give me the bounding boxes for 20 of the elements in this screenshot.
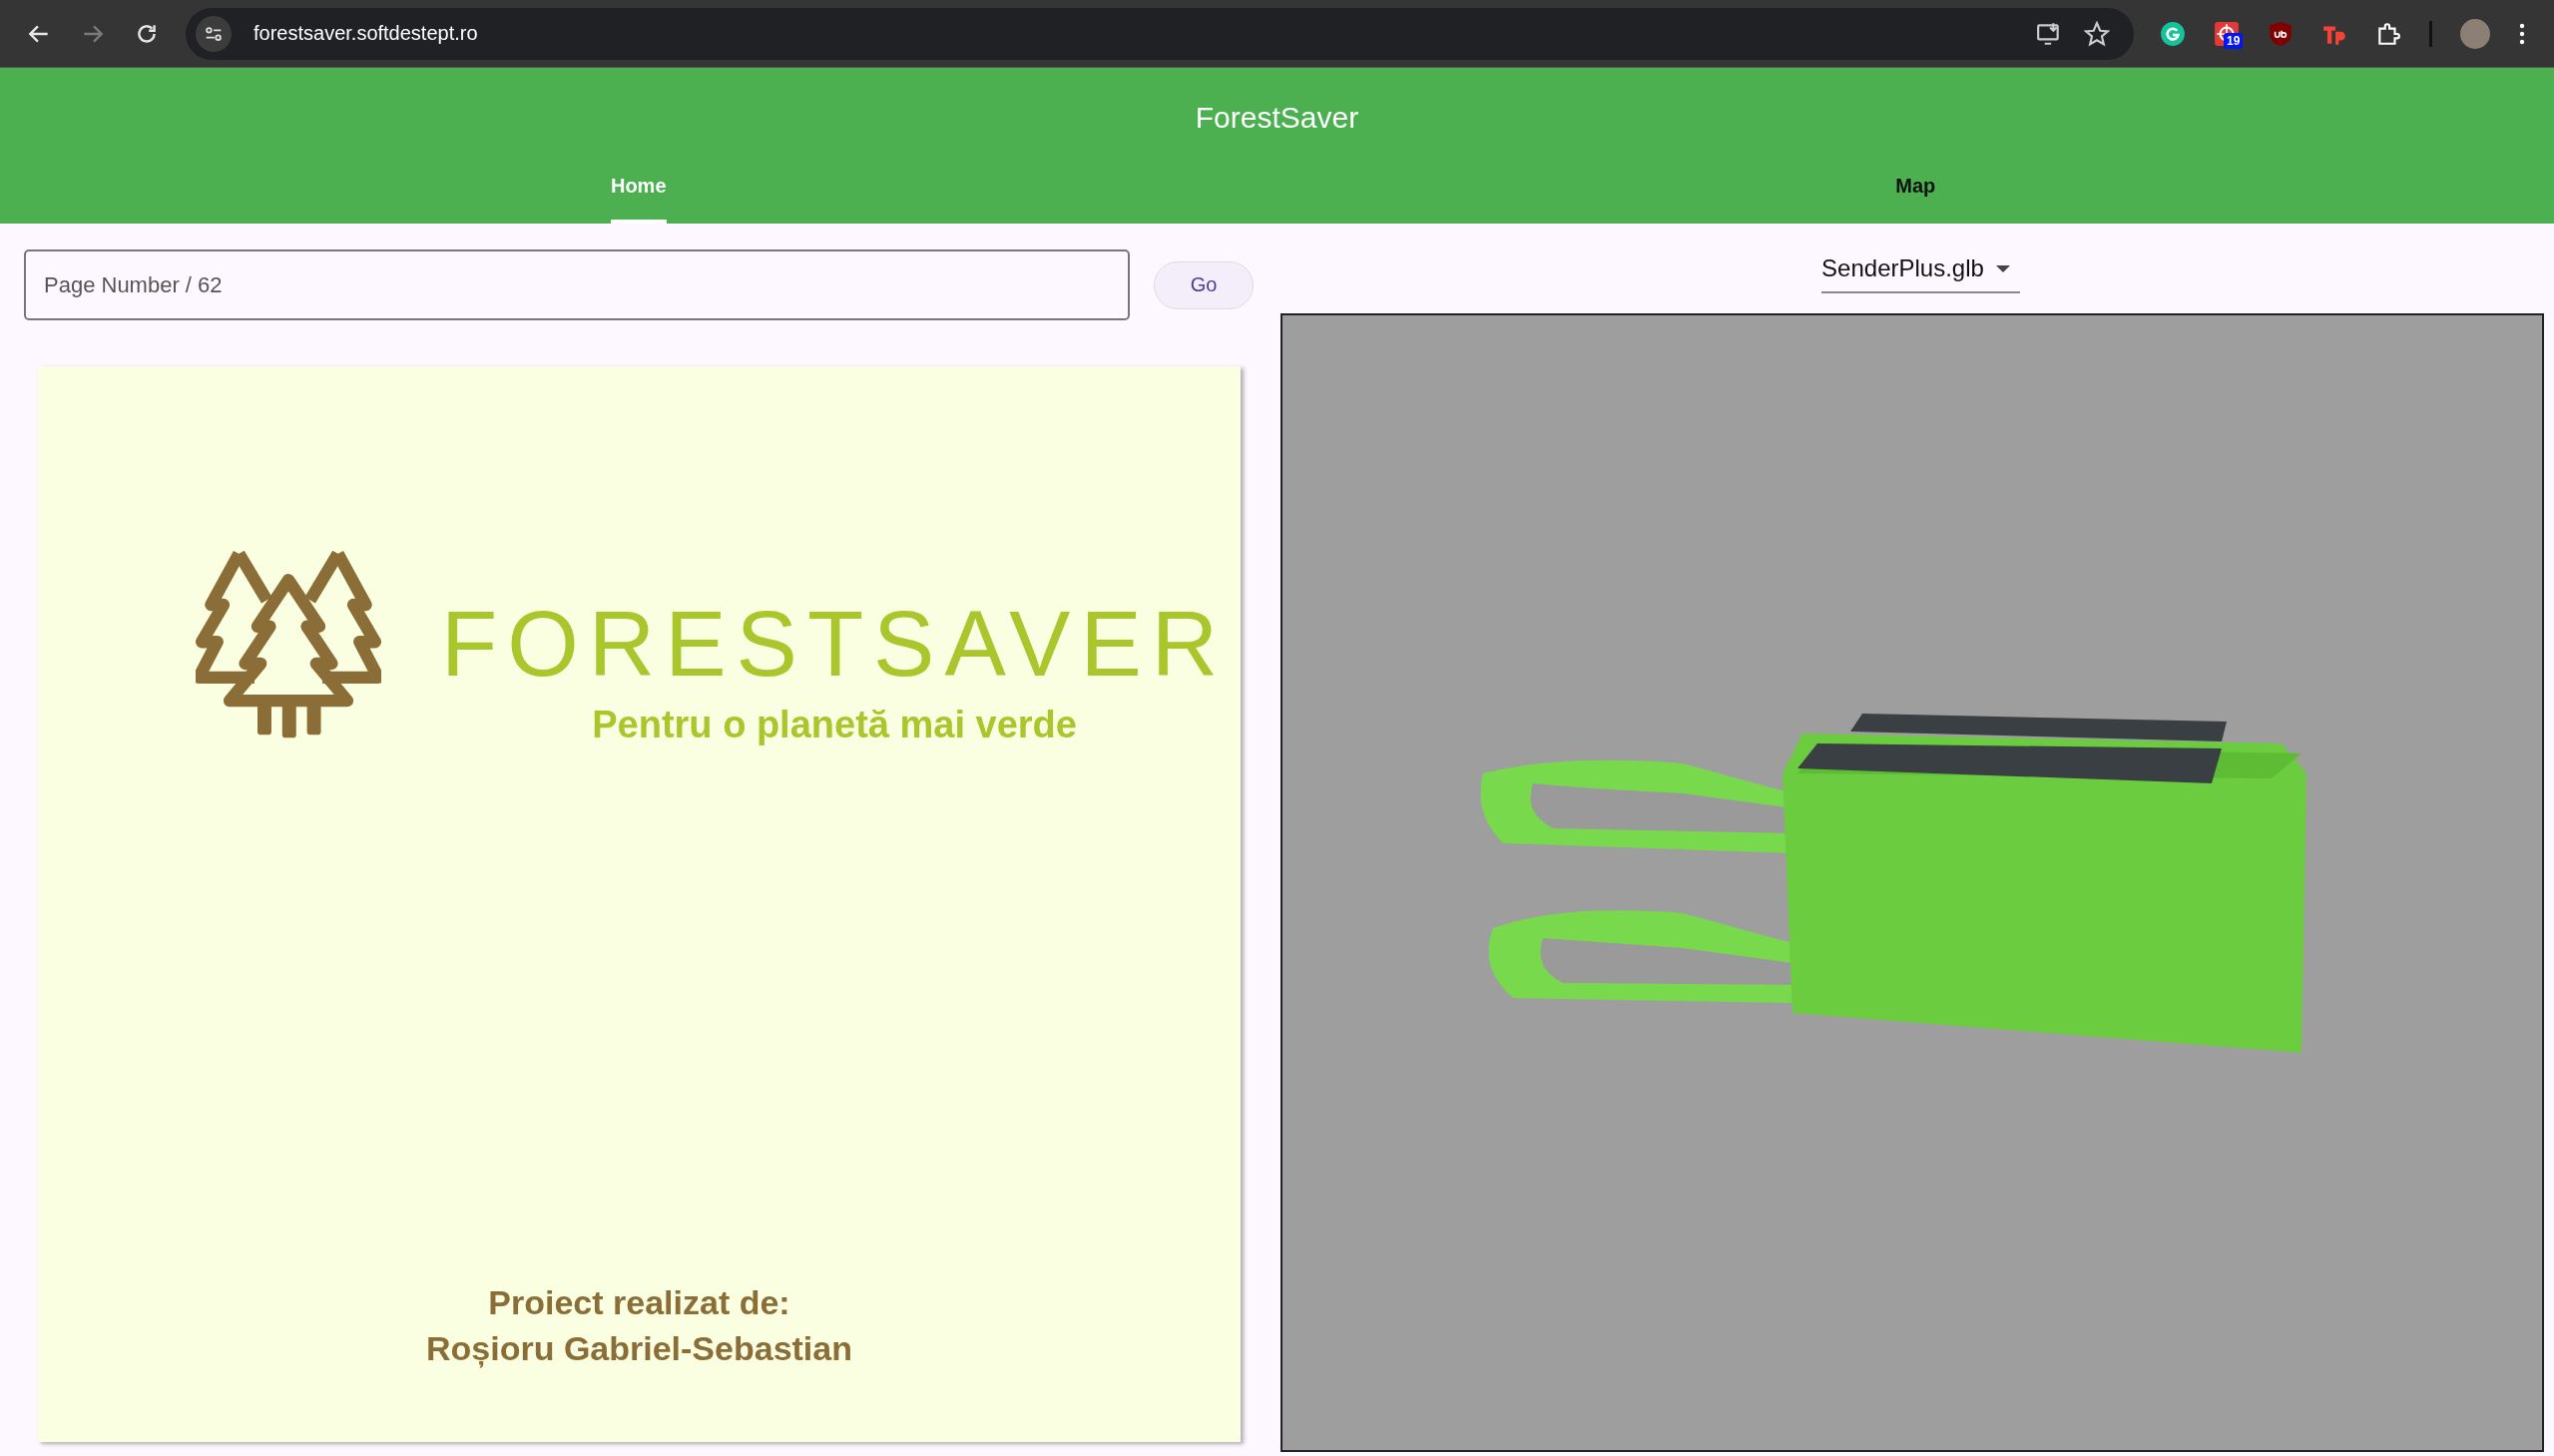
install-app-icon[interactable] bbox=[2036, 20, 2062, 47]
page-number-field[interactable]: Page Number / 62 bbox=[24, 249, 1130, 320]
extension-badge: 19 bbox=[2224, 32, 2244, 49]
model-dropdown[interactable]: SenderPlus.glb bbox=[1821, 245, 2020, 293]
shield-extension-icon[interactable] bbox=[2268, 20, 2294, 47]
bookmark-star-icon[interactable] bbox=[2084, 20, 2110, 47]
app-title: ForestSaver bbox=[1195, 100, 1359, 136]
profile-avatar[interactable] bbox=[2460, 18, 2490, 49]
credit-line: Proiect realizat de: bbox=[488, 1282, 790, 1324]
credit-line: Roșioru Gabriel-Sebastian bbox=[426, 1328, 852, 1370]
tagline: Pentru o planetă mai verde bbox=[592, 704, 1077, 746]
logo-wordmark: FORESTSAVER bbox=[441, 598, 1229, 690]
puzzle-icon[interactable] bbox=[2375, 20, 2401, 47]
nav-tab[interactable]: Map bbox=[1895, 156, 1936, 224]
menu-icon[interactable] bbox=[2518, 21, 2526, 46]
grammar-extension-icon[interactable] bbox=[2160, 20, 2186, 47]
caret-icon bbox=[1995, 264, 2010, 272]
address-bar[interactable]: forestsaver.softdestept.ro bbox=[186, 7, 2134, 60]
go-button[interactable]: Go bbox=[1154, 260, 1254, 309]
url-text: forestsaver.softdestept.ro bbox=[254, 22, 478, 45]
